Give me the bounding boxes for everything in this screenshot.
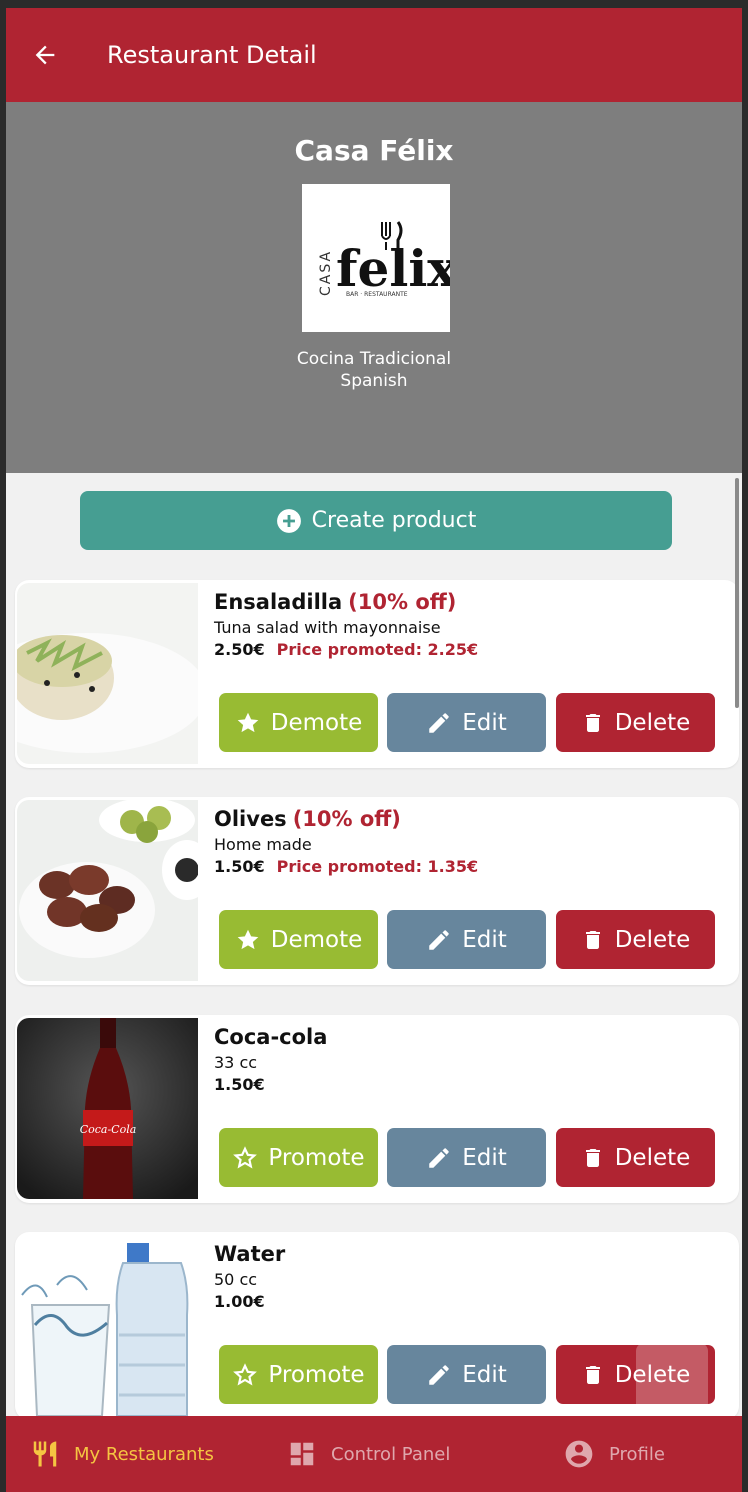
star-outline-icon: [233, 1362, 258, 1385]
restaurant-header: Casa Félix CASA felix BAR · RESTAURANTE …: [6, 102, 742, 473]
restaurant-category: Spanish: [340, 371, 408, 391]
product-image: [17, 800, 198, 981]
bottom-navigation: My Restaurants Control Panel Profile: [6, 1416, 742, 1492]
product-image: [17, 583, 198, 764]
product-description: Tuna salad with mayonnaise: [214, 618, 441, 637]
product-name: Ensaladilla: [214, 590, 343, 614]
svg-text:Coca-Cola: Coca-Cola: [80, 1123, 137, 1136]
casa-felix-logo-icon: CASA felix BAR · RESTAURANTE: [318, 221, 458, 298]
product-card: Coca-Cola Coca-cola 33 cc 1.50€ Promote …: [15, 1015, 739, 1203]
dashboard-icon: [290, 1442, 314, 1466]
product-card: Water 50 cc 1.00€ Promote Edit Delete: [15, 1232, 739, 1420]
nav-control-panel[interactable]: Control Panel: [287, 1416, 450, 1492]
edit-label: Edit: [462, 709, 507, 736]
star-filled-icon: [237, 712, 259, 732]
product-price: 2.50€: [214, 640, 265, 659]
demote-label: Demote: [270, 709, 363, 736]
edit-label: Edit: [462, 1144, 507, 1171]
product-discount: (10% off): [292, 807, 401, 831]
delete-button[interactable]: Delete: [556, 693, 715, 752]
product-price: 1.50€: [214, 857, 265, 876]
product-promoted-price: Price promoted: 2.25€: [276, 640, 479, 659]
product-card: Ensaladilla (10% off) Tuna salad with may…: [15, 580, 739, 768]
restaurant-icon: [33, 1441, 57, 1467]
product-image: Coca-Cola: [17, 1018, 198, 1199]
svg-text:felix: felix: [336, 239, 450, 298]
arrow-left-icon: [35, 45, 55, 65]
svg-text:BAR · RESTAURANTE: BAR · RESTAURANTE: [346, 291, 408, 298]
promote-button[interactable]: Promote: [219, 1345, 378, 1404]
delete-button[interactable]: Delete: [556, 910, 715, 969]
top-app-bar: Restaurant Detail: [6, 8, 742, 102]
promote-label: Promote: [268, 1144, 365, 1171]
app-frame: Restaurant Detail Casa Félix CASA felix …: [6, 8, 742, 1492]
pencil-icon: [429, 929, 449, 950]
product-description: 33 cc: [214, 1053, 258, 1072]
delete-button[interactable]: Delete: [556, 1128, 715, 1187]
create-product-label: Create product: [311, 508, 477, 533]
promote-button[interactable]: Promote: [219, 1128, 378, 1187]
trash-icon: [585, 713, 600, 732]
edit-button[interactable]: Edit: [387, 1345, 546, 1404]
delete-label: Delete: [614, 709, 691, 736]
pencil-icon: [429, 1364, 449, 1385]
star-filled-icon: [237, 929, 259, 949]
nav-profile[interactable]: Profile: [563, 1416, 665, 1492]
restaurant-info: Cocina Tradicional Spanish: [6, 348, 742, 392]
nav-my-restaurants[interactable]: My Restaurants: [30, 1416, 214, 1492]
product-description: 50 cc: [214, 1270, 258, 1289]
trash-icon: [585, 930, 600, 949]
promote-label: Promote: [268, 1361, 365, 1388]
floating-overlay-icon[interactable]: [636, 1343, 708, 1415]
product-price-row: 2.50€ Price promoted: 2.25€: [214, 640, 478, 659]
back-button[interactable]: [6, 8, 84, 102]
product-description: Home made: [214, 835, 312, 854]
product-name: Water: [214, 1242, 286, 1266]
product-title: Olives (10% off): [214, 807, 401, 831]
product-image: [17, 1235, 198, 1416]
pencil-icon: [429, 712, 449, 733]
svg-text:CASA: CASA: [318, 250, 334, 296]
restaurant-name: Casa Félix: [294, 134, 454, 167]
restaurant-description: Cocina Tradicional: [296, 349, 452, 369]
product-card: Olives (10% off) Home made 1.50€ Price pro…: [15, 797, 739, 985]
add-circle-icon: [276, 508, 301, 533]
product-title: Ensaladilla (10% off): [214, 590, 456, 614]
edit-button[interactable]: Edit: [387, 910, 546, 969]
trash-icon: [585, 1148, 600, 1167]
product-discount: (10% off): [348, 590, 457, 614]
page-title: Restaurant Detail: [107, 41, 317, 69]
create-product-button[interactable]: Create product: [80, 491, 672, 550]
edit-label: Edit: [462, 926, 507, 953]
delete-label: Delete: [614, 1144, 691, 1171]
edit-button[interactable]: Edit: [387, 1128, 546, 1187]
product-price: 1.50€: [214, 1075, 265, 1094]
edit-label: Edit: [462, 1361, 507, 1388]
product-promoted-price: Price promoted: 1.35€: [276, 857, 479, 876]
restaurant-logo: CASA felix BAR · RESTAURANTE: [302, 184, 458, 332]
nav-label: Control Panel: [331, 1443, 451, 1465]
product-name: Coca-cola: [214, 1025, 328, 1049]
product-price: 1.00€: [214, 1292, 265, 1311]
nav-label: Profile: [609, 1443, 665, 1465]
scrollbar[interactable]: [735, 478, 739, 708]
star-outline-icon: [233, 1145, 258, 1168]
account-circle-icon: [565, 1440, 593, 1468]
product-price-row: 1.50€ Price promoted: 1.35€: [214, 857, 478, 876]
demote-button[interactable]: Demote: [219, 910, 378, 969]
trash-icon: [585, 1365, 600, 1384]
edit-button[interactable]: Edit: [387, 693, 546, 752]
demote-label: Demote: [270, 926, 363, 953]
pencil-icon: [429, 1147, 449, 1168]
product-name: Olives: [214, 807, 287, 831]
nav-label: My Restaurants: [74, 1443, 214, 1465]
demote-button[interactable]: Demote: [219, 693, 378, 752]
delete-label: Delete: [614, 926, 691, 953]
